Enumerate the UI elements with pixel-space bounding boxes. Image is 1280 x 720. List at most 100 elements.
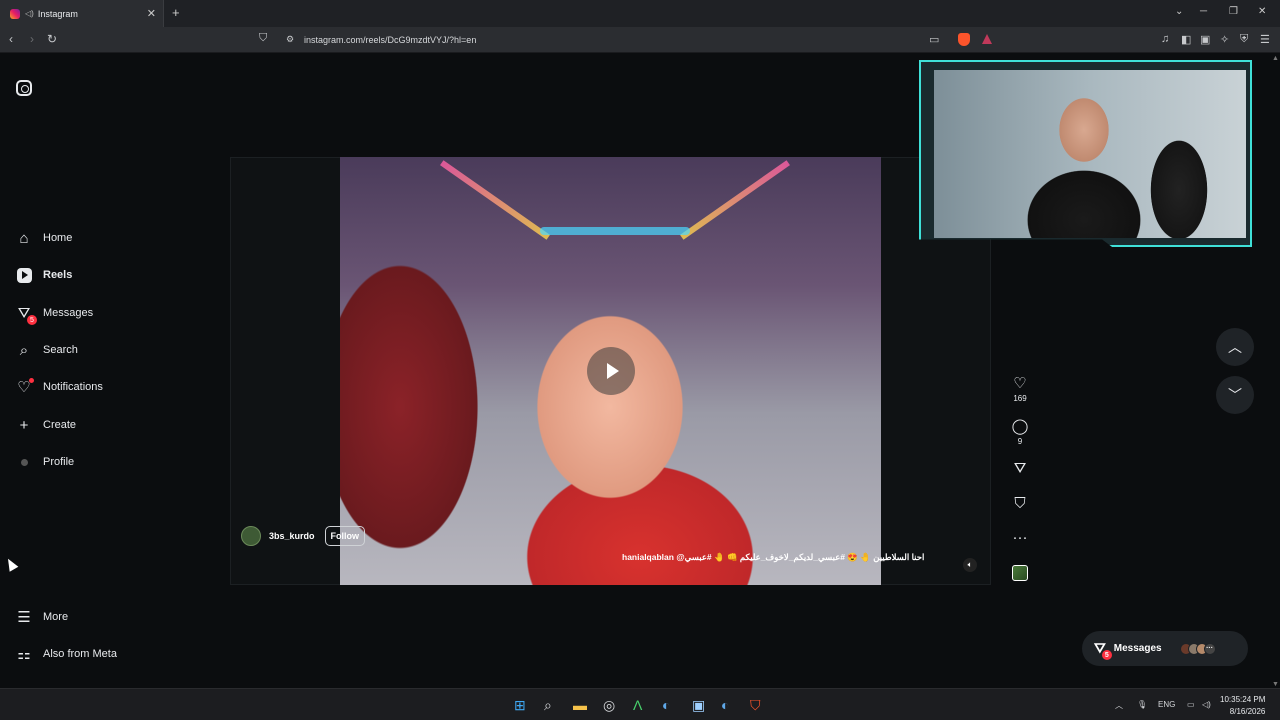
messages-pill-label: Messages: [1113, 643, 1162, 654]
sidebar-item-profile[interactable]: Profile: [14, 452, 74, 472]
cast-icon[interactable]: ▭: [929, 33, 939, 46]
tab-instagram[interactable]: ◁) Instagram ✕: [0, 0, 164, 27]
meta-apps-icon: ⚏: [17, 646, 31, 663]
sidebar-item-home[interactable]: ⌂ Home: [14, 228, 72, 248]
steam-icon[interactable]: ◐: [721, 697, 729, 713]
messages-icon: ⛛ 5: [1094, 640, 1112, 660]
network-icon[interactable]: ▭: [1187, 700, 1195, 709]
sidebar-item-label: Also from Meta: [43, 648, 117, 660]
save-action[interactable]: ⛉: [1008, 496, 1032, 512]
comment-icon[interactable]: ◯: [1008, 419, 1032, 435]
window-app-icon[interactable]: ▣: [692, 697, 705, 714]
steam-icon[interactable]: ◐: [662, 697, 670, 713]
windows-start-icon[interactable]: ⊞: [514, 697, 526, 714]
tab-list-icon[interactable]: ⌄: [1175, 6, 1183, 17]
audio-thumbnail[interactable]: [1012, 565, 1028, 581]
neon-light: [540, 227, 690, 235]
taskbar: ⊞ ⌕ ▬ ◎ Λ ◐ ▣ ◐ ⛉ ︿ 🎙︎ ENG ▭ ◁) 10:35:24…: [0, 688, 1280, 720]
sidebar-item-label: Notifications: [43, 381, 103, 393]
comment-action[interactable]: ◯ 9: [1008, 419, 1032, 447]
system-clock[interactable]: 10:35:24 PM 8/16/2026: [1220, 694, 1265, 718]
neon-light: [440, 160, 550, 240]
sidebar-item-label: Profile: [43, 456, 75, 468]
menu-icon[interactable]: ☰: [1260, 33, 1270, 46]
sidebar-item-notifications[interactable]: ♡ Notifications: [14, 377, 103, 397]
new-tab-button[interactable]: +: [172, 5, 180, 20]
sidebar-item-search[interactable]: ⌕ Search: [14, 340, 78, 360]
menu-icon: ☰: [17, 609, 31, 626]
speaker-icon[interactable]: ◁): [25, 9, 34, 18]
webcam-overlay: [919, 60, 1252, 247]
sidebar-item-label: More: [43, 611, 69, 623]
chevron-up-icon[interactable]: ︿: [1115, 700, 1123, 711]
like-action[interactable]: ♡ 169: [1008, 376, 1032, 404]
file-explorer-icon[interactable]: ▬: [573, 697, 587, 713]
scrollbar[interactable]: [1271, 55, 1280, 688]
search-icon[interactable]: ⌕: [544, 697, 552, 714]
tab-title: Instagram: [37, 8, 78, 19]
next-reel-button[interactable]: ﹀: [1216, 376, 1254, 414]
browser-tabbar: ◁) Instagram ✕ + ⌄ ─ ❐ ✕: [0, 0, 1280, 27]
clock-date: 8/16/2026: [1229, 707, 1266, 716]
more-icon[interactable]: ···: [1008, 530, 1032, 546]
messages-badge: 5: [27, 315, 37, 325]
messages-icon: ⛛ 5: [14, 303, 37, 325]
sidebar-item-label: Home: [43, 232, 73, 244]
sidebar-item-reels[interactable]: Reels: [14, 265, 72, 285]
bookmark-icon[interactable]: ⛉: [259, 32, 267, 45]
follow-button[interactable]: Follow: [324, 526, 366, 546]
back-icon[interactable]: ‹: [9, 32, 13, 46]
close-window-icon[interactable]: ✕: [1258, 6, 1266, 17]
heart-icon[interactable]: ♡: [1008, 376, 1032, 392]
messages-badge: 5: [1101, 650, 1112, 660]
instagram-logo-icon[interactable]: [16, 80, 32, 96]
messages-pill[interactable]: ⛛ 5 Messages ···: [1082, 631, 1248, 666]
app-icon[interactable]: Λ: [633, 697, 642, 713]
sidebar-item-also-from-meta[interactable]: ⚏ Also from Meta: [14, 644, 117, 664]
plus-icon: +: [19, 416, 29, 434]
sidebar-item-label: Create: [43, 419, 77, 431]
volume-icon[interactable]: ◁): [1202, 700, 1211, 709]
sidebar-item-create[interactable]: + Create: [14, 415, 76, 435]
sidebar-item-more[interactable]: ☰ More: [14, 607, 68, 627]
brave-rewards-icon[interactable]: [982, 34, 992, 44]
minimize-icon[interactable]: ─: [1200, 6, 1207, 17]
author-username[interactable]: 3bs_kurdo: [269, 531, 315, 541]
reels-icon: [14, 265, 34, 285]
heart-icon: ♡: [14, 377, 34, 397]
avatar: [14, 452, 34, 472]
reel-author: 3bs_kurdo Follow: [241, 526, 366, 546]
brave-shields-icon[interactable]: [958, 33, 970, 46]
close-tab-icon[interactable]: ✕: [147, 7, 156, 20]
restore-icon[interactable]: ❐: [1229, 6, 1238, 17]
obs-icon[interactable]: ◎: [603, 697, 615, 714]
language-indicator[interactable]: ENG: [1158, 700, 1175, 709]
play-button[interactable]: [587, 347, 635, 395]
bookmark-icon[interactable]: ⛉: [1008, 496, 1032, 512]
webcam-feed: [934, 70, 1246, 238]
previous-reel-button[interactable]: ︿: [1216, 328, 1254, 366]
reload-icon[interactable]: ↻: [47, 32, 57, 46]
leo-ai-icon[interactable]: ✧: [1220, 33, 1229, 46]
vpn-shield-icon[interactable]: ⛨: [1240, 33, 1248, 46]
chevron-down-icon: ﹀: [1228, 387, 1242, 403]
author-avatar[interactable]: [241, 526, 261, 546]
sidebar-item-label: Messages: [43, 307, 94, 319]
send-icon[interactable]: ⛛: [1008, 461, 1032, 477]
sidebar-icon[interactable]: ◧: [1181, 33, 1191, 46]
url-field[interactable]: instagram.com/reels/DcG9mzdtVYJ/?hl=en: [304, 35, 476, 45]
more-avatars-icon: ···: [1203, 642, 1216, 655]
more-options[interactable]: ···: [1008, 530, 1032, 546]
volume-icon[interactable]: 🔈︎: [963, 558, 977, 572]
wallet-icon[interactable]: ▣: [1200, 33, 1210, 46]
search-icon: ⌕: [19, 341, 29, 359]
site-settings-icon[interactable]: ⚙: [286, 34, 294, 45]
forward-icon[interactable]: ›: [30, 32, 34, 46]
brave-browser-icon[interactable]: ⛉: [750, 697, 761, 714]
microphone-icon[interactable]: 🎙︎: [1137, 700, 1147, 709]
sidebar-item-messages[interactable]: ⛛ 5 Messages: [14, 303, 94, 325]
mouse-cursor-icon: [3, 556, 19, 572]
share-action[interactable]: ⛛: [1008, 461, 1032, 477]
like-count: 169: [1013, 394, 1027, 403]
media-icon[interactable]: ♫: [1161, 33, 1169, 45]
